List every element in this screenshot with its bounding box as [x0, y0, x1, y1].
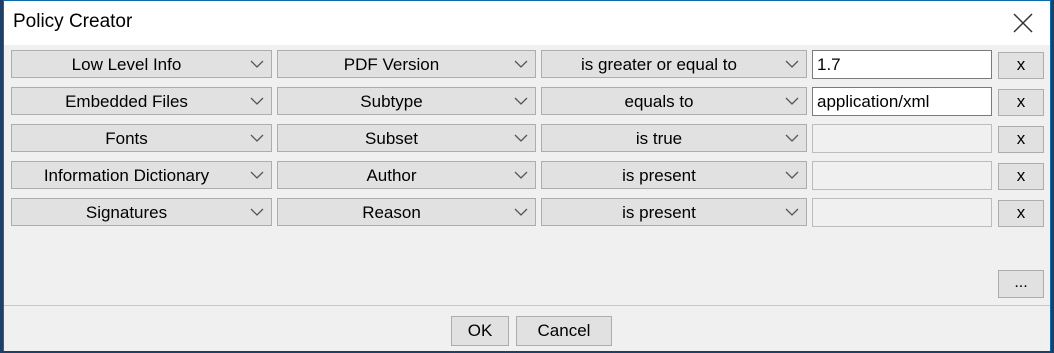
category-select-value: Information Dictionary: [43, 166, 210, 185]
chevron-down-icon: [785, 60, 799, 68]
window-title: Policy Creator: [13, 11, 133, 32]
chevron-down-icon: [250, 134, 264, 142]
ok-button[interactable]: OK: [451, 316, 509, 346]
operator-select[interactable]: is true: [541, 124, 807, 152]
property-select[interactable]: Author: [277, 161, 536, 189]
policy-creator-dialog: Policy Creator Low Level Info PDF Version…: [3, 0, 1051, 351]
category-select[interactable]: Low Level Info: [11, 50, 272, 78]
value-field[interactable]: [812, 50, 992, 79]
more-button[interactable]: ...: [998, 270, 1044, 298]
rules-panel: Low Level Info PDF Version is greater or e…: [11, 46, 1044, 305]
cancel-button[interactable]: Cancel: [516, 316, 612, 346]
title-bar: Policy Creator: [4, 1, 1050, 45]
chevron-down-icon: [250, 97, 264, 105]
rule-row: Embedded Files Subtype equals to x: [11, 83, 1044, 116]
rule-row: Fonts Subset is true x: [11, 120, 1044, 153]
operator-select[interactable]: is present: [541, 198, 807, 226]
property-select[interactable]: Subtype: [277, 87, 536, 115]
operator-select[interactable]: equals to: [541, 87, 807, 115]
value-field[interactable]: [812, 87, 992, 116]
value-field[interactable]: [812, 198, 992, 227]
rule-row: Information Dictionary Author is present x: [11, 157, 1044, 190]
operator-select-value: is true: [635, 129, 683, 148]
property-select-value: PDF Version: [343, 55, 440, 74]
category-select-value: Signatures: [85, 203, 168, 222]
value-field[interactable]: [812, 161, 992, 190]
chevron-down-icon: [250, 60, 264, 68]
dialog-footer: OK Cancel: [4, 305, 1050, 351]
property-select-value: Subset: [365, 129, 418, 148]
chevron-down-icon: [250, 171, 264, 179]
rule-row: Low Level Info PDF Version is greater or e…: [11, 46, 1044, 79]
rule-row: Signatures Reason is present x: [11, 194, 1044, 227]
property-select[interactable]: PDF Version: [277, 50, 536, 78]
chevron-down-icon: [514, 171, 528, 179]
chevron-down-icon: [514, 60, 528, 68]
category-select[interactable]: Fonts: [11, 124, 272, 152]
category-select[interactable]: Signatures: [11, 198, 272, 226]
property-select-value: Subtype: [360, 92, 423, 111]
remove-rule-button[interactable]: x: [998, 89, 1044, 116]
operator-select-value: equals to: [624, 92, 694, 111]
value-field[interactable]: [812, 124, 992, 153]
chevron-down-icon: [514, 97, 528, 105]
operator-select-value: is present: [622, 203, 696, 222]
remove-rule-button[interactable]: x: [998, 126, 1044, 153]
chevron-down-icon: [785, 97, 799, 105]
category-select-value: Fonts: [105, 129, 148, 148]
category-select[interactable]: Information Dictionary: [11, 161, 272, 189]
property-select[interactable]: Reason: [277, 198, 536, 226]
operator-select-value: is greater or equal to: [581, 55, 737, 74]
category-select-value: Low Level Info: [71, 55, 182, 74]
chevron-down-icon: [785, 208, 799, 216]
close-x-icon: [1013, 13, 1033, 33]
operator-select[interactable]: is greater or equal to: [541, 50, 807, 78]
property-select[interactable]: Subset: [277, 124, 536, 152]
chevron-down-icon: [785, 171, 799, 179]
remove-rule-button[interactable]: x: [998, 163, 1044, 190]
chevron-down-icon: [785, 134, 799, 142]
category-select-value: Embedded Files: [65, 92, 188, 111]
category-select[interactable]: Embedded Files: [11, 87, 272, 115]
remove-rule-button[interactable]: x: [998, 200, 1044, 227]
close-button[interactable]: [1010, 10, 1036, 36]
operator-select-value: is present: [622, 166, 696, 185]
property-select-value: Reason: [362, 203, 421, 222]
chevron-down-icon: [514, 134, 528, 142]
operator-select[interactable]: is present: [541, 161, 807, 189]
chevron-down-icon: [250, 208, 264, 216]
chevron-down-icon: [514, 208, 528, 216]
property-select-value: Author: [366, 166, 417, 185]
remove-rule-button[interactable]: x: [998, 52, 1044, 79]
